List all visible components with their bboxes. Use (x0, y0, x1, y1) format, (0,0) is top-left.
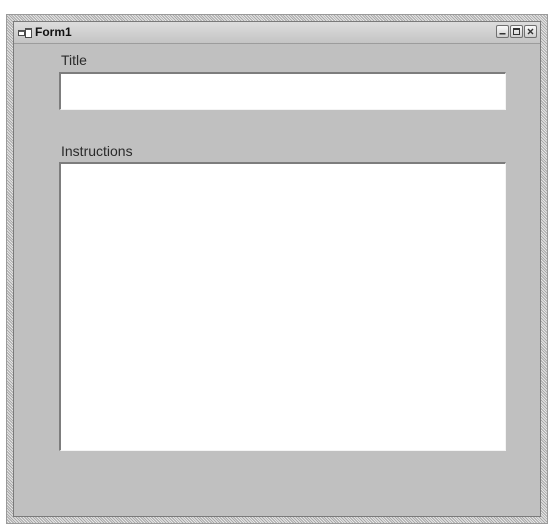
title-label: Title (61, 52, 87, 68)
instructions-textarea[interactable] (59, 162, 506, 451)
title-bar[interactable]: Form1 (14, 22, 540, 44)
form-client-area: Form1 Title Instructions (13, 21, 541, 517)
form-window: Form1 Title Instructions (6, 14, 548, 524)
page: Form1 Title Instructions (0, 0, 554, 529)
maximize-icon[interactable] (510, 25, 523, 38)
window-controls (496, 25, 537, 38)
instructions-label: Instructions (61, 143, 133, 159)
close-icon[interactable] (524, 25, 537, 38)
form-window-icon (18, 26, 32, 38)
minimize-icon[interactable] (496, 25, 509, 38)
title-input[interactable] (59, 72, 506, 110)
window-title: Form1 (35, 25, 72, 39)
